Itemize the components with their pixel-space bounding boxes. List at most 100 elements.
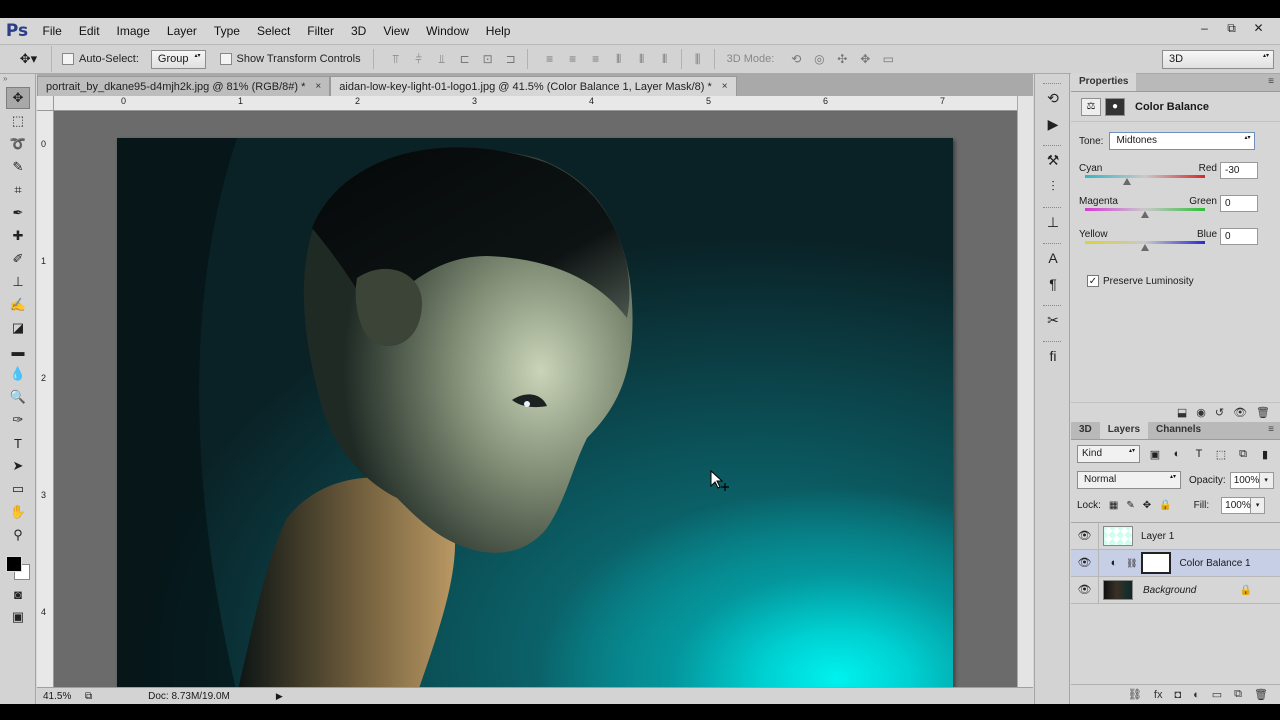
blend-mode-dropdown[interactable]: Normal [1077,471,1181,489]
filter-smart-object-icon[interactable]: ⧉ [1236,448,1250,461]
clip-to-layer-icon[interactable]: ⬓ [1177,406,1187,419]
layer-row[interactable]: 👁 Background 🔒 [1071,576,1280,604]
panel-menu-icon[interactable]: ≡ [1268,424,1274,435]
3d-scale-icon[interactable]: ▭ [878,50,898,68]
link-chain-icon[interactable]: ⛓ [1126,558,1137,569]
slider-thumb[interactable] [1141,244,1149,251]
3d-roll-icon[interactable]: ◎ [809,50,829,68]
visibility-eye-icon[interactable]: 👁 [1071,522,1099,550]
visibility-eye-icon[interactable]: 👁 [1071,576,1099,604]
tab-properties[interactable]: Properties [1071,73,1137,91]
tab-layers[interactable]: Layers [1099,421,1149,439]
delete-layer-icon[interactable]: 🗑 [1254,688,1268,701]
panel-menu-icon[interactable]: ≡ [1268,76,1274,87]
slider-value-input[interactable]: -30 [1220,162,1258,179]
menu-view[interactable]: View [375,18,418,44]
3d-rotate-icon[interactable]: ⟲ [786,50,806,68]
filter-toggle-icon[interactable]: ▮ [1258,448,1272,461]
distribute-hcenter-icon[interactable]: ⦀ [632,50,652,68]
menu-type[interactable]: Type [205,18,248,44]
lock-transparent-icon[interactable]: ▦ [1109,500,1118,511]
auto-select-dropdown[interactable]: Group [150,49,206,69]
new-group-icon[interactable]: ▭ [1212,688,1222,701]
opacity-dropdown-icon[interactable]: ▾ [1259,471,1274,489]
horizontal-ruler[interactable]: 0 1 2 3 4 5 6 7 [54,96,1017,111]
icon-column-grip[interactable] [1043,334,1061,342]
distribute-bottom-icon[interactable]: ≡ [586,50,606,68]
eraser-tool-icon[interactable]: ◪ [6,317,30,339]
clone-stamp-tool-icon[interactable]: ⊥ [6,271,30,293]
icon-column-grip[interactable] [1043,200,1061,208]
menu-filter[interactable]: Filter [299,18,343,44]
tab-channels[interactable]: Channels [1148,421,1209,439]
add-mask-icon[interactable]: ◘ [1174,689,1181,701]
fill-dropdown-icon[interactable]: ▾ [1251,497,1266,514]
restore-button[interactable]: ⧉ [1218,18,1245,38]
icon-column-grip[interactable] [1043,76,1061,84]
character-panel-icon[interactable]: A [1040,246,1066,270]
align-bottom-icon[interactable]: ⫫ [432,50,452,68]
close-tab-icon[interactable]: × [722,81,728,92]
kind-filter-dropdown[interactable]: Kind [1077,445,1140,463]
mask-icon[interactable]: ● [1105,97,1125,116]
type-tool-icon[interactable]: T [6,432,30,454]
menu-help[interactable]: Help [477,18,519,44]
slider-track[interactable] [1085,175,1205,178]
layer-style-icon[interactable]: fx [1154,689,1163,701]
align-vcenter-icon[interactable]: ⫩ [409,50,429,68]
distribute-vcenter-icon[interactable]: ≡ [563,50,583,68]
distribute-right-icon[interactable]: ⦀ [655,50,675,68]
move-tool-preset-icon[interactable]: ✥▾ [6,46,52,72]
ruler-origin[interactable] [37,96,54,111]
tone-dropdown[interactable]: Midtones [1109,132,1256,150]
delete-adjustment-icon[interactable]: 🗑 [1256,406,1270,419]
slider-value-input[interactable]: 0 [1220,228,1258,245]
lock-image-icon[interactable]: ✎ [1126,500,1134,511]
opacity-input[interactable]: 100% [1229,471,1260,489]
vertical-ruler[interactable]: 0 1 2 3 4 [37,111,54,687]
align-top-icon[interactable]: ⫪ [386,50,406,68]
distribute-left-icon[interactable]: ⦀ [609,50,629,68]
show-transform-checkbox[interactable]: Show Transform Controls [219,53,361,65]
layer-row[interactable]: 👁 ◐ ⛓ Color Balance 1 [1071,549,1280,577]
foreground-color-swatch[interactable] [6,556,22,572]
healing-brush-tool-icon[interactable]: ✚ [6,225,30,247]
3d-drag-icon[interactable]: ✣ [832,50,852,68]
icon-column-grip[interactable] [1043,138,1061,146]
auto-select-checkbox[interactable]: Auto-Select: [62,53,139,65]
history-brush-tool-icon[interactable]: ✍ [6,294,30,316]
view-previous-icon[interactable]: ◉ [1196,406,1206,419]
glyphs-panel-icon[interactable]: fi [1040,344,1066,368]
status-menu-arrow-icon[interactable]: ▶ [276,691,283,702]
filter-type-icon[interactable]: T [1192,448,1206,460]
menu-layer[interactable]: Layer [158,18,205,44]
blur-tool-icon[interactable]: 💧 [6,363,30,385]
pen-tool-icon[interactable]: ✑ [6,409,30,431]
dodge-tool-icon[interactable]: 🔍 [6,386,30,408]
align-hcenter-icon[interactable]: ⊡ [478,50,498,68]
workspace-dropdown[interactable]: 3D [1162,50,1274,69]
icon-column-grip[interactable] [1043,298,1061,306]
menu-file[interactable]: File [34,18,70,44]
fill-input[interactable]: 100% [1221,497,1252,514]
path-selection-tool-icon[interactable]: ➤ [6,455,30,477]
crop-tool-icon[interactable]: ⌗ [6,179,30,201]
link-layers-icon[interactable]: ⛓ [1128,688,1142,701]
history-panel-icon[interactable]: ⟲ [1040,86,1066,110]
minimize-button[interactable]: ‒ [1191,18,1218,38]
new-layer-icon[interactable]: ⧉ [1234,688,1242,701]
checkmark-icon[interactable]: ✓ [1087,275,1099,287]
align-right-icon[interactable]: ⊐ [501,50,521,68]
menu-image[interactable]: Image [108,18,158,44]
align-left-icon[interactable]: ⊏ [455,50,475,68]
preserve-luminosity[interactable]: ✓ Preserve Luminosity [1087,275,1280,287]
slider-thumb[interactable] [1141,211,1149,218]
auto-align-icon[interactable]: ⫼ [688,50,708,68]
filter-pixel-icon[interactable]: ▣ [1148,448,1162,461]
new-adjustment-icon[interactable]: ◐ [1193,689,1200,701]
tool-presets-icon[interactable]: ⚒ [1040,148,1066,172]
3d-slide-icon[interactable]: ✥ [855,50,875,68]
lasso-tool-icon[interactable]: ➰ [6,133,30,155]
zoom-level[interactable]: 41.5% [37,691,73,702]
menu-window[interactable]: Window [418,18,478,44]
